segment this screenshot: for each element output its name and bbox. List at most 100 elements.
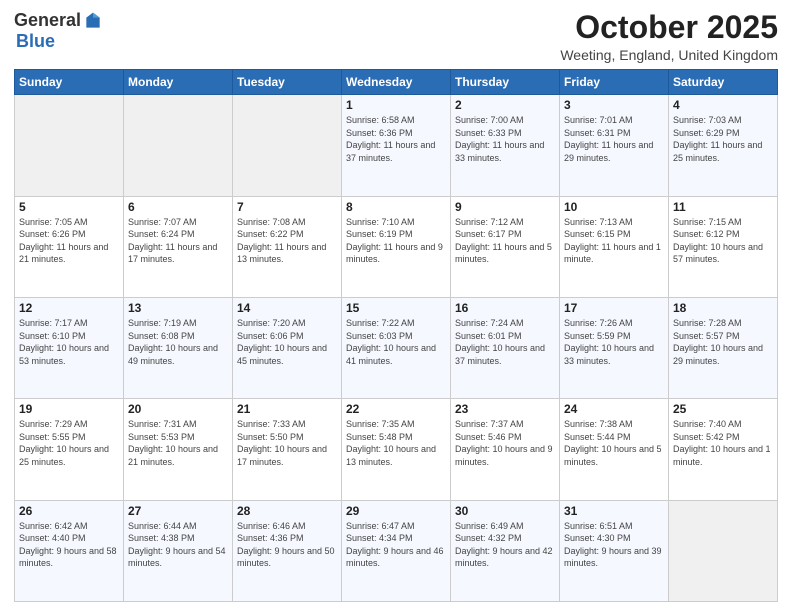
table-row: 30 Sunrise: 6:49 AMSunset: 4:32 PMDayligh… [451, 500, 560, 601]
day-info: Sunrise: 7:12 AMSunset: 6:17 PMDaylight:… [455, 216, 555, 266]
day-info: Sunrise: 6:46 AMSunset: 4:36 PMDaylight:… [237, 520, 337, 570]
calendar-week-row: 12 Sunrise: 7:17 AMSunset: 6:10 PMDayligh… [15, 297, 778, 398]
table-row: 6Sunrise: 7:07 AMSunset: 6:24 PMDaylight… [124, 196, 233, 297]
day-number: 24 [564, 402, 664, 416]
table-row: 3Sunrise: 7:01 AMSunset: 6:31 PMDaylight… [560, 95, 669, 196]
calendar-week-row: 5 Sunrise: 7:05 AMSunset: 6:26 PMDaylight… [15, 196, 778, 297]
col-saturday: Saturday [669, 70, 778, 95]
day-info: Sunrise: 6:42 AMSunset: 4:40 PMDaylight:… [19, 520, 119, 570]
table-row: 1 Sunrise: 6:58 AMSunset: 6:36 PMDaylight… [342, 95, 451, 196]
table-row: 23 Sunrise: 7:37 AMSunset: 5:46 PMDayligh… [451, 399, 560, 500]
table-row: 24 Sunrise: 7:38 AMSunset: 5:44 PMDayligh… [560, 399, 669, 500]
day-info: Sunrise: 7:17 AMSunset: 6:10 PMDaylight:… [19, 317, 119, 367]
table-row: 31 Sunrise: 6:51 AMSunset: 4:30 PMDayligh… [560, 500, 669, 601]
day-info: Sunrise: 7:00 AMSunset: 6:33 PMDaylight:… [455, 114, 555, 164]
day-info: Sunrise: 6:44 AMSunset: 4:38 PMDaylight:… [128, 520, 228, 570]
day-number: 25 [673, 402, 773, 416]
day-info: Sunrise: 7:20 AMSunset: 6:06 PMDaylight:… [237, 317, 337, 367]
day-info: Sunrise: 7:35 AMSunset: 5:48 PMDaylight:… [346, 418, 446, 468]
logo-blue-text: Blue [16, 31, 55, 52]
day-number: 27 [128, 504, 228, 518]
day-info: Sunrise: 7:37 AMSunset: 5:46 PMDaylight:… [455, 418, 555, 468]
page: General Blue October 2025 Weeting, Engla… [0, 0, 792, 612]
table-row: 26 Sunrise: 6:42 AMSunset: 4:40 PMDayligh… [15, 500, 124, 601]
day-info: Sunrise: 7:22 AMSunset: 6:03 PMDaylight:… [346, 317, 446, 367]
table-row: 21 Sunrise: 7:33 AMSunset: 5:50 PMDayligh… [233, 399, 342, 500]
day-number: 10 [564, 200, 664, 214]
day-number: 6 [128, 200, 228, 214]
day-info: Sunrise: 7:33 AMSunset: 5:50 PMDaylight:… [237, 418, 337, 468]
day-number: 11 [673, 200, 773, 214]
day-info: Sunrise: 7:40 AMSunset: 5:42 PMDaylight:… [673, 418, 773, 468]
day-info: Sunrise: 7:05 AMSunset: 6:26 PMDaylight:… [19, 216, 119, 266]
calendar-week-row: 1 Sunrise: 6:58 AMSunset: 6:36 PMDaylight… [15, 95, 778, 196]
col-tuesday: Tuesday [233, 70, 342, 95]
day-number: 2 [455, 98, 555, 112]
col-sunday: Sunday [15, 70, 124, 95]
day-number: 12 [19, 301, 119, 315]
table-row: 28 Sunrise: 6:46 AMSunset: 4:36 PMDayligh… [233, 500, 342, 601]
table-row: 10 Sunrise: 7:13 AMSunset: 6:15 PMDayligh… [560, 196, 669, 297]
col-friday: Friday [560, 70, 669, 95]
day-number: 31 [564, 504, 664, 518]
col-monday: Monday [124, 70, 233, 95]
day-number: 9 [455, 200, 555, 214]
day-number: 30 [455, 504, 555, 518]
table-row: 11 Sunrise: 7:15 AMSunset: 6:12 PMDayligh… [669, 196, 778, 297]
table-row: 5 Sunrise: 7:05 AMSunset: 6:26 PMDaylight… [15, 196, 124, 297]
day-number: 7 [237, 200, 337, 214]
day-number: 16 [455, 301, 555, 315]
day-number: 14 [237, 301, 337, 315]
col-thursday: Thursday [451, 70, 560, 95]
header: General Blue October 2025 Weeting, Engla… [14, 10, 778, 63]
day-number: 29 [346, 504, 446, 518]
table-row: 20Sunrise: 7:31 AMSunset: 5:53 PMDayligh… [124, 399, 233, 500]
table-row: 15 Sunrise: 7:22 AMSunset: 6:03 PMDayligh… [342, 297, 451, 398]
day-info: Sunrise: 6:47 AMSunset: 4:34 PMDaylight:… [346, 520, 446, 570]
day-info: Sunrise: 7:28 AMSunset: 5:57 PMDaylight:… [673, 317, 773, 367]
calendar-week-row: 26 Sunrise: 6:42 AMSunset: 4:40 PMDayligh… [15, 500, 778, 601]
calendar-week-row: 19Sunrise: 7:29 AMSunset: 5:55 PMDayligh… [15, 399, 778, 500]
day-number: 26 [19, 504, 119, 518]
day-number: 28 [237, 504, 337, 518]
day-info: Sunrise: 7:13 AMSunset: 6:15 PMDaylight:… [564, 216, 664, 266]
day-info: Sunrise: 6:58 AMSunset: 6:36 PMDaylight:… [346, 114, 446, 164]
table-row: 12 Sunrise: 7:17 AMSunset: 6:10 PMDayligh… [15, 297, 124, 398]
day-number: 1 [346, 98, 446, 112]
day-info: Sunrise: 7:26 AMSunset: 5:59 PMDaylight:… [564, 317, 664, 367]
table-row: 17 Sunrise: 7:26 AMSunset: 5:59 PMDayligh… [560, 297, 669, 398]
day-info: Sunrise: 7:19 AMSunset: 6:08 PMDaylight:… [128, 317, 228, 367]
day-info: Sunrise: 7:15 AMSunset: 6:12 PMDaylight:… [673, 216, 773, 266]
day-number: 18 [673, 301, 773, 315]
day-info: Sunrise: 7:29 AMSunset: 5:55 PMDaylight:… [19, 418, 119, 468]
title-block: October 2025 Weeting, England, United Ki… [560, 10, 778, 63]
logo-general: General [14, 10, 81, 31]
table-row: 13Sunrise: 7:19 AMSunset: 6:08 PMDayligh… [124, 297, 233, 398]
day-info: Sunrise: 7:10 AMSunset: 6:19 PMDaylight:… [346, 216, 446, 266]
table-row [233, 95, 342, 196]
day-info: Sunrise: 7:01 AMSunset: 6:31 PMDaylight:… [564, 114, 664, 164]
day-info: Sunrise: 6:49 AMSunset: 4:32 PMDaylight:… [455, 520, 555, 570]
table-row: 2 Sunrise: 7:00 AMSunset: 6:33 PMDaylight… [451, 95, 560, 196]
logo: General Blue [14, 10, 103, 52]
day-number: 21 [237, 402, 337, 416]
table-row: 22Sunrise: 7:35 AMSunset: 5:48 PMDayligh… [342, 399, 451, 500]
day-number: 23 [455, 402, 555, 416]
table-row: 27 Sunrise: 6:44 AMSunset: 4:38 PMDayligh… [124, 500, 233, 601]
table-row: 4Sunrise: 7:03 AMSunset: 6:29 PMDaylight… [669, 95, 778, 196]
logo-text: General [14, 10, 103, 31]
table-row: 25 Sunrise: 7:40 AMSunset: 5:42 PMDayligh… [669, 399, 778, 500]
day-number: 4 [673, 98, 773, 112]
day-number: 17 [564, 301, 664, 315]
day-info: Sunrise: 7:38 AMSunset: 5:44 PMDaylight:… [564, 418, 664, 468]
day-number: 15 [346, 301, 446, 315]
col-wednesday: Wednesday [342, 70, 451, 95]
day-info: Sunrise: 7:24 AMSunset: 6:01 PMDaylight:… [455, 317, 555, 367]
table-row: 8 Sunrise: 7:10 AMSunset: 6:19 PMDaylight… [342, 196, 451, 297]
day-number: 5 [19, 200, 119, 214]
day-number: 8 [346, 200, 446, 214]
logo-icon [83, 11, 103, 31]
day-info: Sunrise: 6:51 AMSunset: 4:30 PMDaylight:… [564, 520, 664, 570]
table-row: 9 Sunrise: 7:12 AMSunset: 6:17 PMDaylight… [451, 196, 560, 297]
table-row [15, 95, 124, 196]
